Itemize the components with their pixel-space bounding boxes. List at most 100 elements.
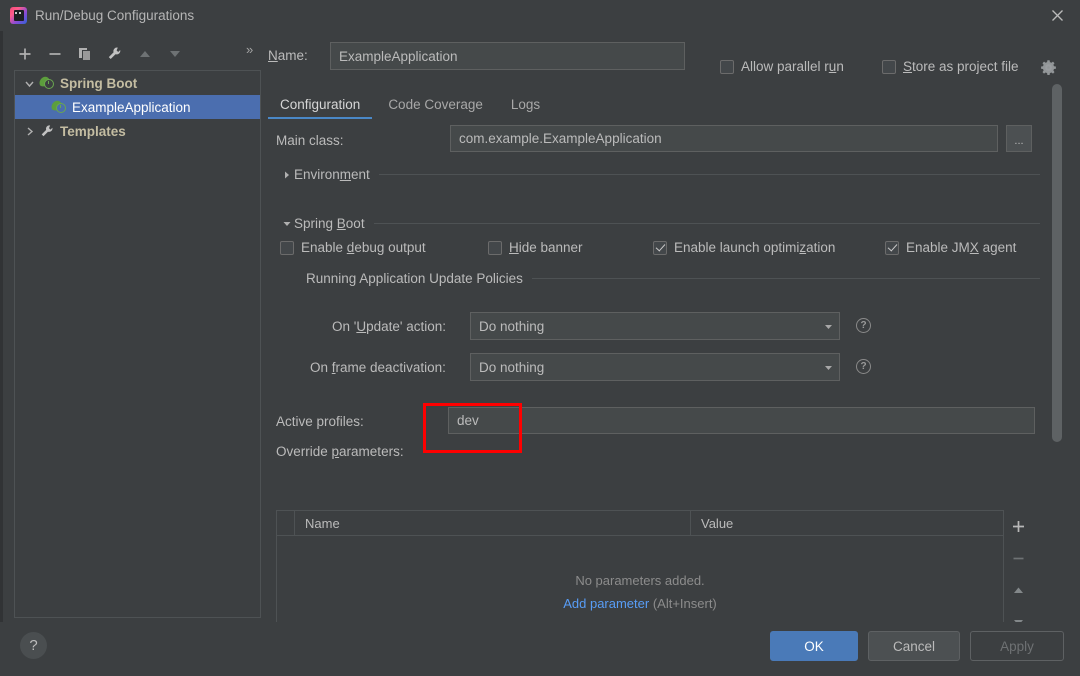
checkbox-box[interactable]: [280, 240, 294, 255]
enable-debug-output-checkbox[interactable]: Enable debug output: [280, 240, 426, 255]
tab-code-coverage[interactable]: Code Coverage: [374, 89, 497, 119]
main-class-label: Main class:: [276, 133, 344, 148]
on-frame-deactivation-select[interactable]: Do nothing: [470, 353, 840, 381]
tree-item-label: Templates: [60, 123, 126, 139]
empty-state-text: No parameters added.: [575, 572, 705, 588]
chevron-down-icon[interactable]: [19, 78, 39, 89]
parameters-table-toolbar: [1004, 510, 1032, 622]
name-row: Name: Allow parallel run Store as projec…: [262, 42, 1080, 75]
configuration-editor-pane: Name: Allow parallel run Store as projec…: [262, 32, 1080, 622]
enable-launch-optimization-checkbox[interactable]: Enable launch optimization: [653, 240, 835, 255]
tree-item-label: ExampleApplication: [72, 99, 191, 115]
tab-logs[interactable]: Logs: [497, 89, 554, 119]
empty-state-action: Add parameter (Alt+Insert): [563, 596, 717, 611]
on-update-action-value: Do nothing: [479, 318, 545, 334]
section-divider: [378, 174, 1040, 175]
add-parameter-link[interactable]: Add parameter: [563, 596, 649, 611]
hide-banner-checkbox[interactable]: Hide banner: [488, 240, 583, 255]
section-environment-label: Environment: [294, 167, 370, 182]
hide-banner-label: Hide banner: [509, 240, 583, 255]
chevron-down-icon[interactable]: [817, 321, 839, 332]
active-profiles-input[interactable]: [448, 407, 1035, 434]
column-header-value[interactable]: Value: [691, 511, 1003, 535]
configuration-name-input[interactable]: [330, 42, 685, 70]
chevron-down-icon[interactable]: [280, 219, 294, 229]
name-label: Name:: [268, 48, 308, 63]
tree-item-label: Spring Boot: [60, 75, 138, 91]
help-button[interactable]: ?: [20, 632, 47, 659]
section-environment[interactable]: Environment: [280, 167, 1040, 182]
arrow-down-icon[interactable]: [160, 40, 190, 68]
plus-icon[interactable]: [10, 40, 40, 68]
editor-tabs: Configuration Code Coverage Logs: [266, 87, 1056, 119]
toolbar-overflow-button[interactable]: »: [246, 42, 253, 57]
section-spring-boot-label: Spring Boot: [294, 216, 365, 231]
plus-icon[interactable]: [1004, 510, 1032, 542]
configurations-toolbar: »: [10, 38, 260, 70]
enable-launch-optimization-label: Enable launch optimization: [674, 240, 836, 255]
configuration-form: Main class: ... Environment Spring Boot …: [262, 122, 1080, 622]
copy-icon[interactable]: [70, 40, 100, 68]
cancel-button[interactable]: Cancel: [868, 631, 960, 661]
checkbox-box[interactable]: [488, 240, 502, 255]
on-frame-deactivation-value: Do nothing: [479, 359, 545, 375]
on-update-action-select[interactable]: Do nothing: [470, 312, 840, 340]
enable-jmx-agent-label: Enable JMX agent: [906, 240, 1017, 255]
on-update-action-label: On 'Update' action:: [332, 319, 446, 334]
window-title: Run/Debug Configurations: [35, 8, 195, 23]
group-divider: [531, 278, 1040, 279]
apply-button: Apply: [970, 631, 1064, 661]
chevron-down-icon[interactable]: [817, 362, 839, 373]
section-spring-boot[interactable]: Spring Boot: [280, 216, 1040, 231]
on-frame-deactivation-label: On frame deactivation:: [310, 360, 446, 375]
arrow-down-icon[interactable]: [1004, 606, 1032, 622]
minus-icon[interactable]: [40, 40, 70, 68]
checkbox-box[interactable]: [653, 240, 667, 255]
window-left-edge: [0, 31, 3, 676]
chevron-right-icon[interactable]: [19, 126, 39, 137]
main-class-input[interactable]: [450, 125, 998, 152]
allow-parallel-run-checkbox[interactable]: Allow parallel run: [720, 59, 844, 74]
group-update-policies-label: Running Application Update Policies: [306, 271, 523, 286]
table-gutter: [277, 511, 295, 535]
dialog-button-bar: ? OK Cancel Apply: [0, 622, 1080, 676]
wrench-icon[interactable]: [100, 40, 130, 68]
main-class-browse-button[interactable]: ...: [1006, 125, 1032, 152]
arrow-up-icon[interactable]: [1004, 574, 1032, 606]
gear-icon[interactable]: [1040, 58, 1060, 76]
arrow-up-icon[interactable]: [130, 40, 160, 68]
tree-item-exampleapplication[interactable]: ExampleApplication: [15, 95, 260, 119]
active-profiles-label: Active profiles:: [276, 414, 364, 429]
override-parameters-label: Override parameters:: [276, 444, 404, 459]
minus-icon[interactable]: [1004, 542, 1032, 574]
checkbox-box[interactable]: [885, 240, 899, 255]
wrench-icon: [39, 123, 55, 139]
store-as-project-file-checkbox[interactable]: Store as project file: [882, 59, 1019, 74]
enable-debug-output-label: Enable debug output: [301, 240, 426, 255]
allow-parallel-run-label: Allow parallel run: [741, 59, 844, 74]
close-icon[interactable]: [1034, 0, 1080, 31]
on-frame-deactivation-help-icon[interactable]: ?: [856, 359, 871, 374]
form-vertical-scrollbar[interactable]: [1052, 84, 1062, 442]
title-bar: Run/Debug Configurations: [0, 0, 1080, 31]
tree-item-spring-boot[interactable]: Spring Boot: [15, 71, 260, 95]
checkbox-box[interactable]: [882, 59, 896, 74]
configurations-tree[interactable]: Spring Boot ExampleApplication Templates: [14, 70, 261, 618]
spring-boot-icon: [37, 75, 55, 91]
parameters-table-header: Name Value: [277, 511, 1003, 536]
enable-jmx-agent-checkbox[interactable]: Enable JMX agent: [885, 240, 1016, 255]
chevron-right-icon[interactable]: [280, 170, 294, 180]
store-as-project-file-label: Store as project file: [903, 59, 1019, 74]
tree-item-templates[interactable]: Templates: [15, 119, 260, 143]
checkbox-box[interactable]: [720, 59, 734, 74]
ok-button[interactable]: OK: [770, 631, 858, 661]
section-divider: [373, 223, 1040, 224]
parameters-table[interactable]: Name Value No parameters added. Add para…: [276, 510, 1004, 622]
tab-configuration[interactable]: Configuration: [266, 89, 374, 119]
on-update-action-help-icon[interactable]: ?: [856, 318, 871, 333]
spring-boot-icon: [49, 99, 67, 115]
intellij-idea-icon: [10, 7, 27, 24]
column-header-name[interactable]: Name: [295, 511, 691, 535]
parameters-table-body: No parameters added. Add parameter (Alt+…: [277, 536, 1003, 622]
group-update-policies: Running Application Update Policies: [306, 271, 1040, 286]
